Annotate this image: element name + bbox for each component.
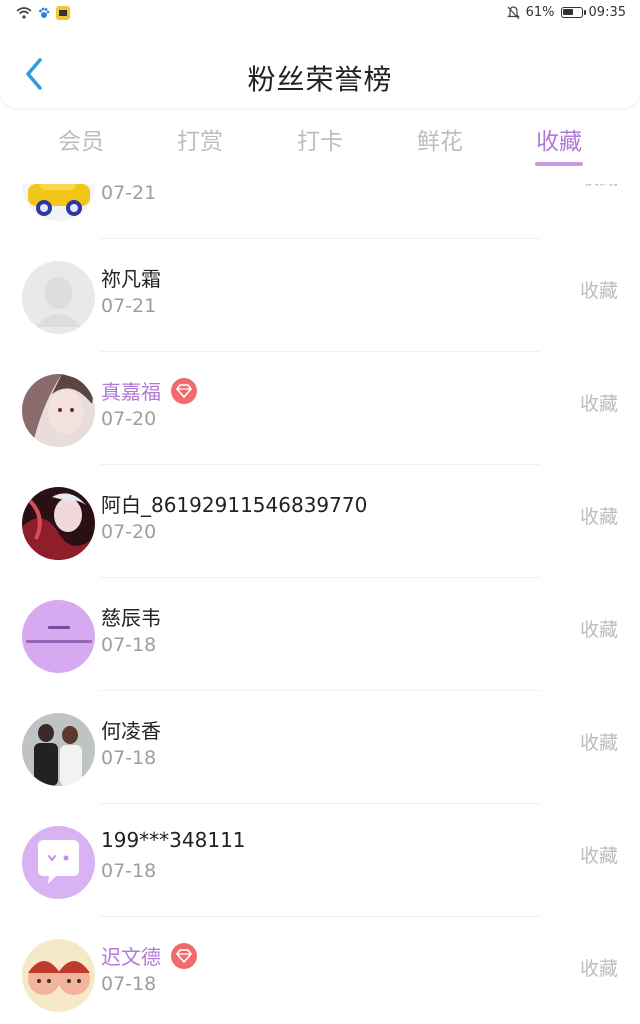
- avatar: [22, 600, 95, 673]
- status-bar: 61% 09:35: [0, 0, 640, 28]
- status-icons-left: [16, 6, 70, 20]
- battery-icon: [560, 7, 586, 18]
- user-name: 199***348111: [101, 828, 246, 852]
- avatar: [22, 713, 95, 786]
- tab-favorites[interactable]: 收藏: [514, 122, 604, 156]
- list-item[interactable]: 阿白_86192911546839770 07-20 收藏: [0, 465, 640, 578]
- clock: 09:35: [588, 5, 626, 20]
- favorite-label[interactable]: 收藏: [580, 954, 618, 981]
- favorite-label[interactable]: 收藏: [580, 502, 618, 529]
- favorite-label[interactable]: 收藏: [580, 184, 618, 190]
- favorite-date: 07-18: [101, 973, 157, 995]
- favorite-label[interactable]: 收藏: [580, 615, 618, 642]
- list-item[interactable]: 何凌香 07-18 收藏: [0, 691, 640, 804]
- favorite-date: 07-18: [101, 747, 157, 769]
- app-notification-icon: [56, 6, 70, 20]
- vip-badge: [171, 942, 197, 969]
- user-name-wrap: 阿白_86192911546839770: [101, 489, 367, 518]
- header: 粉丝荣誉榜: [0, 28, 640, 108]
- favorite-date: 07-21: [101, 295, 157, 317]
- user-name: 慈辰韦: [101, 606, 161, 630]
- avatar: [22, 184, 95, 221]
- list-item[interactable]: 祢凡霜 07-21 收藏: [0, 239, 640, 352]
- user-name: 祢凡霜: [101, 267, 161, 291]
- avatar: [22, 487, 95, 560]
- mute-bell-icon: [506, 5, 520, 19]
- avatar: [22, 826, 95, 899]
- user-name: 真嘉福: [101, 380, 161, 404]
- user-name-wrap: 慈辰韦: [101, 602, 161, 631]
- favorite-date: 07-20: [101, 521, 157, 543]
- list-item[interactable]: 慈辰韦 07-18 收藏: [0, 578, 640, 691]
- user-name-wrap: 199***348111: [101, 828, 246, 852]
- tab-flowers[interactable]: 鲜花: [395, 122, 485, 156]
- paw-icon: [39, 7, 50, 18]
- tab-bar: 会员 打赏 打卡 鲜花 收藏: [0, 110, 640, 168]
- user-name-wrap: 迟文德: [101, 941, 197, 970]
- vip-badge: [171, 377, 197, 404]
- page-title: 粉丝荣誉榜: [247, 63, 393, 96]
- avatar: [22, 374, 95, 447]
- tab-checkin[interactable]: 打卡: [275, 122, 365, 156]
- avatar: [22, 939, 95, 1012]
- user-name: 何凌香: [101, 719, 161, 743]
- favorite-date: 07-18: [101, 860, 157, 882]
- user-name: 迟文德: [101, 945, 161, 969]
- battery-level: [562, 9, 573, 15]
- user-name-wrap: 何凌香: [101, 715, 161, 744]
- favorite-date: 07-18: [101, 634, 157, 656]
- favorite-label[interactable]: 收藏: [580, 841, 618, 868]
- status-icons-right: 61% 09:35: [506, 5, 626, 20]
- active-tab-indicator: [535, 162, 583, 166]
- diamond-icon: [176, 383, 192, 398]
- list-item[interactable]: 07-21 收藏: [0, 184, 640, 239]
- favorite-label[interactable]: 收藏: [580, 728, 618, 755]
- favorite-date: 07-20: [101, 408, 157, 430]
- fan-list: 07-21 收藏 祢凡霜 07-21 收藏 真嘉福 07-20 收藏: [0, 184, 640, 1024]
- tab-members[interactable]: 会员: [36, 122, 126, 156]
- user-name: 阿白_86192911546839770: [101, 493, 368, 517]
- diamond-icon: [176, 948, 192, 963]
- favorite-label[interactable]: 收藏: [580, 389, 618, 416]
- list-item[interactable]: 199***348111 07-18 收藏: [0, 804, 640, 917]
- list-item[interactable]: 迟文德 07-18 收藏: [0, 917, 640, 1024]
- user-name-wrap: 祢凡霜: [101, 263, 161, 292]
- battery-percent: 61%: [525, 5, 555, 20]
- favorite-label[interactable]: 收藏: [580, 276, 618, 303]
- avatar: [22, 261, 95, 334]
- tab-tips[interactable]: 打赏: [155, 122, 245, 156]
- user-name-wrap: 真嘉福: [101, 376, 197, 405]
- wifi-icon: [16, 7, 32, 19]
- favorite-date: 07-21: [101, 184, 157, 204]
- list-item[interactable]: 真嘉福 07-20 收藏: [0, 352, 640, 465]
